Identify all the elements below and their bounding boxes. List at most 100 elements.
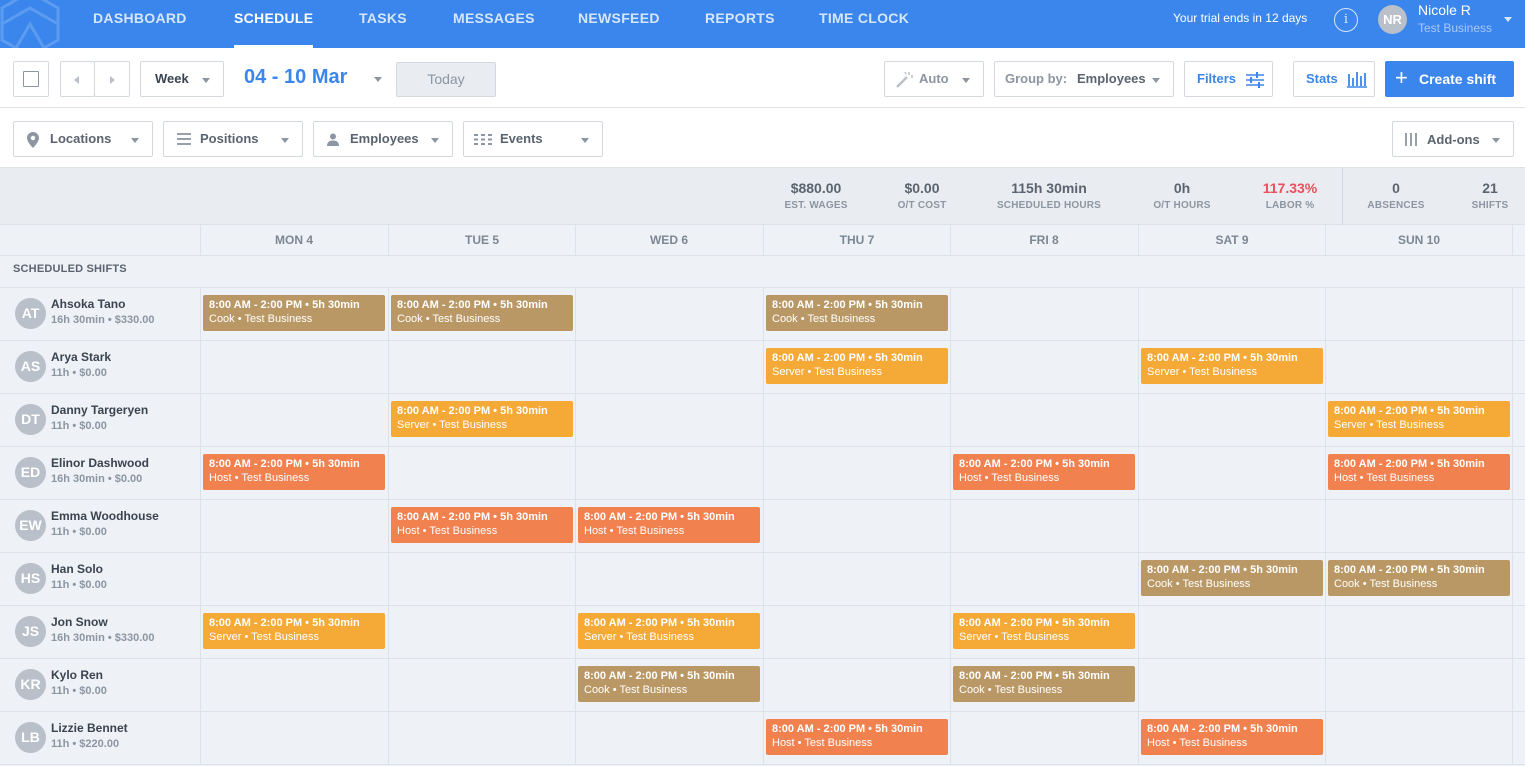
day-cell[interactable] [200, 341, 387, 393]
day-cell[interactable] [575, 553, 762, 605]
day-cell[interactable] [388, 447, 575, 499]
day-cell[interactable] [1325, 659, 1512, 711]
locations-filter[interactable]: Locations [13, 121, 153, 157]
shift-block[interactable]: 8:00 AM - 2:00 PM • 5h 30min Host • Test … [578, 507, 760, 543]
day-cell[interactable] [763, 659, 950, 711]
day-cell[interactable]: 8:00 AM - 2:00 PM • 5h 30min Server • Tes… [200, 606, 387, 658]
info-icon[interactable]: i [1334, 8, 1358, 32]
shift-block[interactable]: 8:00 AM - 2:00 PM • 5h 30min Server • Tes… [391, 401, 573, 437]
day-cell[interactable] [1138, 606, 1325, 658]
nav-tab-messages[interactable]: MESSAGES [453, 0, 535, 48]
day-cell[interactable]: 8:00 AM - 2:00 PM • 5h 30min Host • Test … [950, 447, 1137, 499]
shift-block[interactable]: 8:00 AM - 2:00 PM • 5h 30min Cook • Test … [1328, 560, 1510, 596]
day-cell[interactable] [388, 341, 575, 393]
avatar[interactable]: JS [15, 616, 46, 647]
avatar[interactable]: ED [15, 457, 46, 488]
day-cell[interactable]: 8:00 AM - 2:00 PM • 5h 30min Host • Test … [1325, 447, 1512, 499]
shift-block[interactable]: 8:00 AM - 2:00 PM • 5h 30min Cook • Test … [766, 295, 948, 331]
user-menu-chevron-down-icon[interactable] [1504, 17, 1512, 22]
employee-cell[interactable]: AT Ahsoka Tano 16h 30min • $330.00 [0, 288, 200, 340]
avatar[interactable]: HS [15, 563, 46, 594]
today-button[interactable]: Today [396, 62, 496, 97]
day-cell[interactable] [200, 500, 387, 552]
shift-block[interactable]: 8:00 AM - 2:00 PM • 5h 30min Server • Tes… [203, 613, 385, 649]
nav-tab-newsfeed[interactable]: NEWSFEED [578, 0, 660, 48]
shift-block[interactable]: 8:00 AM - 2:00 PM • 5h 30min Cook • Test … [1141, 560, 1323, 596]
day-cell[interactable] [1138, 394, 1325, 446]
employee-cell[interactable]: ED Elinor Dashwood 16h 30min • $0.00 [0, 447, 200, 499]
day-cell[interactable]: 8:00 AM - 2:00 PM • 5h 30min Host • Test … [575, 500, 762, 552]
events-filter[interactable]: Events [463, 121, 603, 157]
day-cell[interactable]: 8:00 AM - 2:00 PM • 5h 30min Cook • Test … [1325, 553, 1512, 605]
day-cell[interactable] [200, 712, 387, 764]
day-cell[interactable] [388, 659, 575, 711]
day-cell[interactable] [1325, 500, 1512, 552]
shift-block[interactable]: 8:00 AM - 2:00 PM • 5h 30min Cook • Test … [953, 666, 1135, 702]
employee-name[interactable]: Danny Targeryen [51, 403, 148, 417]
employee-name[interactable]: Elinor Dashwood [51, 456, 149, 470]
day-cell[interactable] [950, 288, 1137, 340]
employee-name[interactable]: Jon Snow [51, 615, 108, 629]
shift-block[interactable]: 8:00 AM - 2:00 PM • 5h 30min Server • Tes… [766, 348, 948, 384]
nav-tab-dashboard[interactable]: DASHBOARD [93, 0, 187, 48]
day-cell[interactable] [1325, 341, 1512, 393]
day-cell[interactable]: 8:00 AM - 2:00 PM • 5h 30min Cook • Test … [1138, 553, 1325, 605]
view-select[interactable]: Week [140, 61, 224, 97]
day-cell[interactable] [388, 553, 575, 605]
day-cell[interactable] [950, 553, 1137, 605]
day-cell[interactable] [1325, 712, 1512, 764]
employee-name[interactable]: Arya Stark [51, 350, 111, 364]
day-cell[interactable]: 8:00 AM - 2:00 PM • 5h 30min Cook • Test … [950, 659, 1137, 711]
shift-block[interactable]: 8:00 AM - 2:00 PM • 5h 30min Server • Tes… [953, 613, 1135, 649]
day-cell[interactable] [1138, 659, 1325, 711]
day-cell[interactable] [950, 394, 1137, 446]
filters-button[interactable]: Filters [1184, 61, 1273, 97]
day-cell[interactable] [1325, 288, 1512, 340]
day-cell[interactable]: 8:00 AM - 2:00 PM • 5h 30min Host • Test … [763, 712, 950, 764]
day-cell[interactable]: 8:00 AM - 2:00 PM • 5h 30min Server • Tes… [763, 341, 950, 393]
stats-button[interactable]: Stats [1293, 61, 1375, 97]
day-cell[interactable] [200, 394, 387, 446]
shift-block[interactable]: 8:00 AM - 2:00 PM • 5h 30min Server • Tes… [1328, 401, 1510, 437]
day-cell[interactable] [388, 606, 575, 658]
day-cell[interactable]: 8:00 AM - 2:00 PM • 5h 30min Cook • Test … [575, 659, 762, 711]
day-cell[interactable] [763, 394, 950, 446]
day-cell[interactable]: 8:00 AM - 2:00 PM • 5h 30min Host • Test … [388, 500, 575, 552]
day-cell[interactable]: 8:00 AM - 2:00 PM • 5h 30min Server • Tes… [575, 606, 762, 658]
day-cell[interactable] [575, 447, 762, 499]
avatar[interactable]: EW [15, 510, 46, 541]
shift-block[interactable]: 8:00 AM - 2:00 PM • 5h 30min Server • Tes… [578, 613, 760, 649]
addons-button[interactable]: Add-ons [1392, 121, 1514, 157]
next-week-button[interactable] [94, 61, 130, 97]
employee-cell[interactable]: AS Arya Stark 11h • $0.00 [0, 341, 200, 393]
employee-name[interactable]: Emma Woodhouse [51, 509, 159, 523]
select-all-checkbox[interactable] [13, 61, 49, 97]
group-by-select[interactable]: Group by: Employees [994, 61, 1174, 97]
employee-name[interactable]: Han Solo [51, 562, 103, 576]
date-range-chevron-down-icon[interactable] [374, 77, 382, 82]
shift-block[interactable]: 8:00 AM - 2:00 PM • 5h 30min Host • Test … [766, 719, 948, 755]
employee-name[interactable]: Lizzie Bennet [51, 721, 128, 735]
day-cell[interactable]: 8:00 AM - 2:00 PM • 5h 30min Server • Tes… [950, 606, 1137, 658]
avatar[interactable]: KR [15, 669, 46, 700]
day-cell[interactable]: 8:00 AM - 2:00 PM • 5h 30min Server • Tes… [1138, 341, 1325, 393]
user-name[interactable]: Nicole R [1418, 2, 1471, 18]
day-cell[interactable] [950, 341, 1137, 393]
day-cell[interactable]: 8:00 AM - 2:00 PM • 5h 30min Server • Tes… [1325, 394, 1512, 446]
date-range[interactable]: 04 - 10 Mar [244, 66, 347, 89]
nav-tab-reports[interactable]: REPORTS [705, 0, 775, 48]
shift-block[interactable]: 8:00 AM - 2:00 PM • 5h 30min Host • Test … [1328, 454, 1510, 490]
shift-block[interactable]: 8:00 AM - 2:00 PM • 5h 30min Host • Test … [391, 507, 573, 543]
create-shift-button[interactable]: + Create shift [1385, 61, 1514, 97]
employee-cell[interactable]: HS Han Solo 11h • $0.00 [0, 553, 200, 605]
employee-cell[interactable]: EW Emma Woodhouse 11h • $0.00 [0, 500, 200, 552]
shift-block[interactable]: 8:00 AM - 2:00 PM • 5h 30min Server • Tes… [1141, 348, 1323, 384]
nav-tab-tasks[interactable]: TASKS [359, 0, 407, 48]
day-cell[interactable] [763, 447, 950, 499]
day-cell[interactable] [388, 712, 575, 764]
nav-tab-time-clock[interactable]: TIME CLOCK [819, 0, 909, 48]
day-cell[interactable] [200, 659, 387, 711]
employee-cell[interactable]: DT Danny Targeryen 11h • $0.00 [0, 394, 200, 446]
day-cell[interactable] [763, 553, 950, 605]
employee-cell[interactable]: LB Lizzie Bennet 11h • $220.00 [0, 712, 200, 764]
